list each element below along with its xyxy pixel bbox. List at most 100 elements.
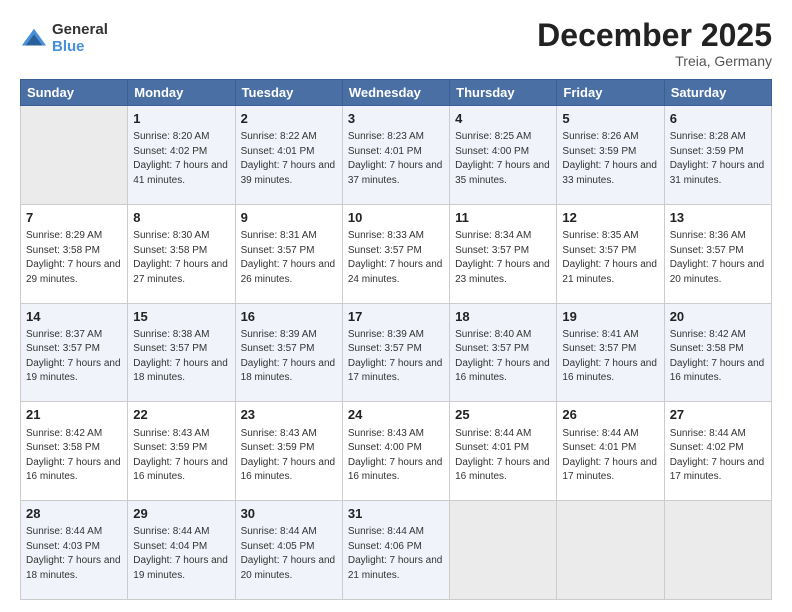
day-number: 7 [26,209,122,227]
daylight-text: Daylight: 7 hours and 16 minutes. [455,357,551,386]
day-number: 21 [26,406,122,424]
header: General Blue December 2025 Treia, German… [20,18,772,69]
day-number: 8 [133,209,229,227]
day-info: Sunrise: 8:43 AMSunset: 3:59 PMDaylight:… [241,427,337,485]
day-number: 10 [348,209,444,227]
day-number: 14 [26,308,122,326]
table-row: 10 Sunrise: 8:33 AMSunset: 3:57 PMDayligh… [342,204,449,303]
logo-blue-text: Blue [52,39,108,56]
table-row: 1 Sunrise: 8:20 AMSunset: 4:02 PMDaylight… [128,106,235,205]
sunrise-text: Sunrise: 8:38 AM [133,328,229,343]
daylight-text: Daylight: 7 hours and 37 minutes. [348,159,444,188]
calendar-week-row: 1Sunrise: 8:20 AMSunset: 4:02 PMDaylight… [21,106,772,205]
day-info: Sunrise: 8:22 AMSunset: 4:01 PMDaylight:… [241,130,337,188]
table-row: 11Sunrise: 8:34 AMSunset: 3:57 PMDayligh… [450,204,557,303]
table-row [557,501,664,600]
day-number: 23 [241,406,337,424]
day-info: Sunrise: 8:44 AMSunset: 4:02 PMDaylight:… [670,427,766,485]
sunset-text: Sunset: 4:01 PM [562,441,658,456]
logo-general-text: General [52,22,108,39]
daylight-text: Daylight: 7 hours and 29 minutes. [26,258,122,287]
table-row: 25Sunrise: 8:44 AMSunset: 4:01 PMDayligh… [450,402,557,501]
day-info: Sunrise: 8:28 AMSunset: 3:59 PMDaylight:… [670,130,766,188]
sunrise-text: Sunrise: 8:35 AM [562,229,658,244]
daylight-text: Daylight: 7 hours and 16 minutes. [133,456,229,485]
day-number: 30 [241,505,337,523]
daylight-text: Daylight: 7 hours and 16 minutes. [670,357,766,386]
table-row: 30 Sunrise: 8:44 AMSunset: 4:05 PMDayligh… [235,501,342,600]
sunset-text: Sunset: 4:04 PM [133,540,229,555]
day-number: 18 [455,308,551,326]
sunrise-text: Sunrise: 8:31 AM [241,229,337,244]
sunrise-text: Sunrise: 8:41 AM [562,328,658,343]
table-row: 27Sunrise: 8:44 AMSunset: 4:02 PMDayligh… [664,402,771,501]
day-info: Sunrise: 8:39 AMSunset: 3:57 PMDaylight:… [348,328,444,386]
table-row: 31Sunrise: 8:44 AMSunset: 4:06 PMDayligh… [342,501,449,600]
daylight-text: Daylight: 7 hours and 16 minutes. [455,456,551,485]
day-number: 22 [133,406,229,424]
sunrise-text: Sunrise: 8:44 AM [348,525,444,540]
day-info: Sunrise: 8:34 AMSunset: 3:57 PMDaylight:… [455,229,551,287]
col-thursday: Thursday [450,80,557,106]
sunrise-text: Sunrise: 8:39 AM [241,328,337,343]
sunset-text: Sunset: 3:57 PM [455,342,551,357]
day-info: Sunrise: 8:30 AMSunset: 3:58 PMDaylight:… [133,229,229,287]
day-number: 12 [562,209,658,227]
daylight-text: Daylight: 7 hours and 24 minutes. [348,258,444,287]
sunrise-text: Sunrise: 8:33 AM [348,229,444,244]
day-info: Sunrise: 8:36 AMSunset: 3:57 PMDaylight:… [670,229,766,287]
title-block: December 2025 Treia, Germany [537,18,772,69]
location-subtitle: Treia, Germany [537,53,772,69]
daylight-text: Daylight: 7 hours and 20 minutes. [670,258,766,287]
table-row: 24Sunrise: 8:43 AMSunset: 4:00 PMDayligh… [342,402,449,501]
day-info: Sunrise: 8:26 AMSunset: 3:59 PMDaylight:… [562,130,658,188]
sunset-text: Sunset: 3:57 PM [455,244,551,259]
sunset-text: Sunset: 3:58 PM [26,441,122,456]
table-row: 8 Sunrise: 8:30 AMSunset: 3:58 PMDaylight… [128,204,235,303]
table-row: 22Sunrise: 8:43 AMSunset: 3:59 PMDayligh… [128,402,235,501]
day-info: Sunrise: 8:44 AMSunset: 4:04 PMDaylight:… [133,525,229,583]
sunset-text: Sunset: 4:03 PM [26,540,122,555]
day-info: Sunrise: 8:33 AMSunset: 3:57 PMDaylight:… [348,229,444,287]
daylight-text: Daylight: 7 hours and 20 minutes. [241,554,337,583]
sunrise-text: Sunrise: 8:44 AM [133,525,229,540]
sunset-text: Sunset: 4:06 PM [348,540,444,555]
table-row: 18Sunrise: 8:40 AMSunset: 3:57 PMDayligh… [450,303,557,402]
day-info: Sunrise: 8:29 AMSunset: 3:58 PMDaylight:… [26,229,122,287]
table-row: 15Sunrise: 8:38 AMSunset: 3:57 PMDayligh… [128,303,235,402]
daylight-text: Daylight: 7 hours and 18 minutes. [241,357,337,386]
daylight-text: Daylight: 7 hours and 19 minutes. [133,554,229,583]
sunrise-text: Sunrise: 8:43 AM [133,427,229,442]
sunrise-text: Sunrise: 8:44 AM [670,427,766,442]
calendar-week-row: 21 Sunrise: 8:42 AMSunset: 3:58 PM Dayligh… [21,402,772,501]
sunset-text: Sunset: 4:01 PM [455,441,551,456]
daylight-text: Daylight: 7 hours and 18 minutes. [26,554,122,583]
calendar-table: Sunday Monday Tuesday Wednesday Thursday… [20,79,772,600]
month-title: December 2025 [537,18,772,53]
day-number: 28 [26,505,122,523]
sunset-text: Sunset: 4:05 PM [241,540,337,555]
day-number: 19 [562,308,658,326]
day-number: 3 [348,110,444,128]
table-row: 14Sunrise: 8:37 AMSunset: 3:57 PMDayligh… [21,303,128,402]
col-wednesday: Wednesday [342,80,449,106]
daylight-text: Daylight: 7 hours and 19 minutes. [26,357,122,386]
table-row: 17 Sunrise: 8:39 AMSunset: 3:57 PMDayligh… [342,303,449,402]
day-number: 1 [133,110,229,128]
sunset-text: Sunset: 3:59 PM [670,145,766,160]
sunset-text: Sunset: 4:02 PM [133,145,229,160]
table-row [21,106,128,205]
sunset-text: Sunset: 4:00 PM [348,441,444,456]
day-number: 4 [455,110,551,128]
daylight-text: Daylight: 7 hours and 16 minutes. [562,357,658,386]
sunrise-text: Sunrise: 8:42 AM [26,427,122,442]
sunset-text: Sunset: 3:59 PM [562,145,658,160]
day-info: Sunrise: 8:44 AMSunset: 4:05 PMDaylight:… [241,525,337,583]
day-number: 2 [241,110,337,128]
sunset-text: Sunset: 3:57 PM [348,342,444,357]
day-number: 25 [455,406,551,424]
day-number: 17 [348,308,444,326]
sunrise-text: Sunrise: 8:37 AM [26,328,122,343]
sunrise-text: Sunrise: 8:20 AM [133,130,229,145]
day-info: Sunrise: 8:20 AMSunset: 4:02 PMDaylight:… [133,130,229,188]
